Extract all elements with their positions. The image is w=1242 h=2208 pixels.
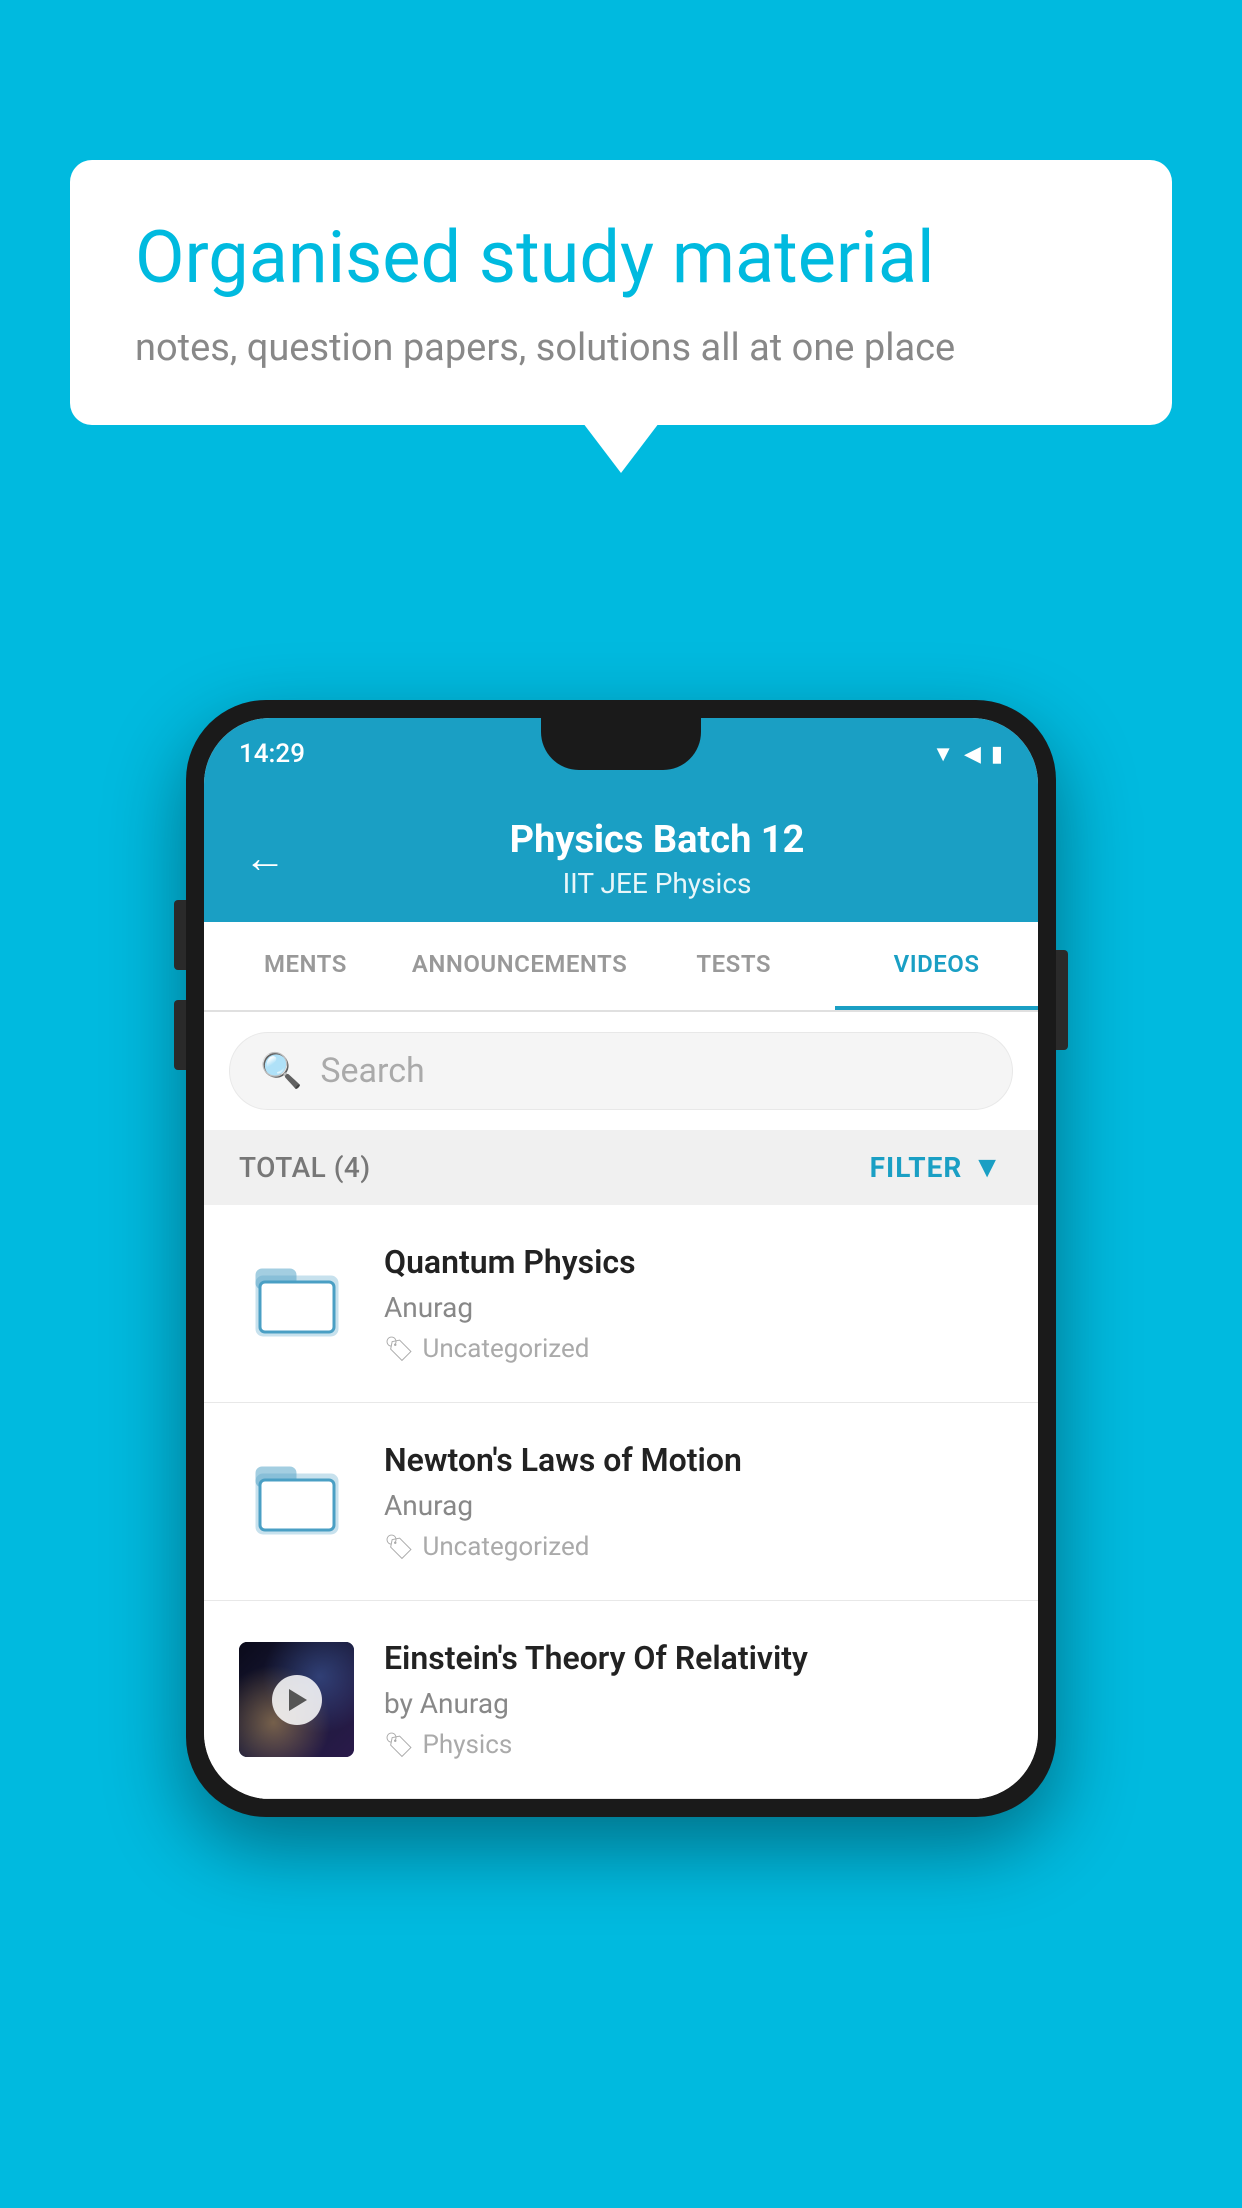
video-tag-3: 🏷 Physics — [384, 1730, 1003, 1760]
filter-icon: ▼ — [972, 1150, 1003, 1185]
video-tag-2: 🏷 Uncategorized — [384, 1532, 1003, 1562]
bubble-title: Organised study material — [135, 215, 1107, 301]
tab-announcements[interactable]: ANNOUNCEMENTS — [407, 922, 632, 1010]
app-header: ← Physics Batch 12 IIT JEE Physics — [204, 790, 1038, 922]
video-thumbnail-image — [239, 1642, 354, 1757]
video-list: Quantum Physics Anurag 🏷 Uncategorized — [204, 1205, 1038, 1799]
tab-tests[interactable]: TESTS — [632, 922, 835, 1010]
filter-label: FILTER — [870, 1151, 963, 1184]
filter-button[interactable]: FILTER ▼ — [870, 1150, 1003, 1185]
play-button[interactable] — [272, 1675, 322, 1725]
status-icons: ▼ ◀ ▮ — [932, 741, 1003, 767]
folder-icon — [252, 1252, 342, 1355]
status-bar: 14:29 ▼ ◀ ▮ — [204, 718, 1038, 790]
volume-down-button[interactable] — [174, 1000, 186, 1070]
battery-icon: ▮ — [991, 742, 1003, 767]
header-subtitle: IIT JEE Physics — [316, 867, 998, 900]
video-title-1: Quantum Physics — [384, 1243, 1003, 1281]
tag-icon: 🏷 — [384, 1731, 414, 1759]
video-title-2: Newton's Laws of Motion — [384, 1441, 1003, 1479]
status-time: 14:29 — [239, 739, 305, 769]
search-placeholder: Search — [320, 1051, 424, 1091]
phone-outer: 14:29 ▼ ◀ ▮ ← Physics Batch 12 IIT JEE P… — [186, 700, 1056, 1817]
tab-videos[interactable]: VIDEOS — [835, 922, 1038, 1010]
header-title-block: Physics Batch 12 IIT JEE Physics — [316, 818, 998, 900]
bubble-subtitle: notes, question papers, solutions all at… — [135, 326, 1107, 370]
tabs-bar: MENTS ANNOUNCEMENTS TESTS VIDEOS — [204, 922, 1038, 1012]
list-item[interactable]: Newton's Laws of Motion Anurag 🏷 Uncateg… — [204, 1403, 1038, 1601]
list-item[interactable]: Quantum Physics Anurag 🏷 Uncategorized — [204, 1205, 1038, 1403]
power-button[interactable] — [1056, 950, 1068, 1050]
phone-mockup: 14:29 ▼ ◀ ▮ ← Physics Batch 12 IIT JEE P… — [186, 700, 1056, 1817]
volume-up-button[interactable] — [174, 900, 186, 970]
video-tag-1: 🏷 Uncategorized — [384, 1334, 1003, 1364]
video-author-2: Anurag — [384, 1489, 1003, 1522]
filter-bar: TOTAL (4) FILTER ▼ — [204, 1130, 1038, 1205]
video-title-3: Einstein's Theory Of Relativity — [384, 1639, 1003, 1677]
tag-icon: 🏷 — [384, 1533, 414, 1561]
wifi-icon: ▼ — [932, 741, 954, 767]
video-info-3: Einstein's Theory Of Relativity by Anura… — [384, 1639, 1003, 1760]
video-info-2: Newton's Laws of Motion Anurag 🏷 Uncateg… — [384, 1441, 1003, 1562]
phone-screen: 14:29 ▼ ◀ ▮ ← Physics Batch 12 IIT JEE P… — [204, 718, 1038, 1799]
video-thumb-2 — [239, 1444, 354, 1559]
back-button[interactable]: ← — [244, 838, 286, 880]
search-bar-wrapper: 🔍 Search — [204, 1012, 1038, 1130]
speech-bubble-container: Organised study material notes, question… — [70, 160, 1172, 425]
search-bar[interactable]: 🔍 Search — [229, 1032, 1013, 1110]
speech-bubble: Organised study material notes, question… — [70, 160, 1172, 425]
search-icon: 🔍 — [260, 1051, 302, 1091]
tag-icon: 🏷 — [384, 1335, 414, 1363]
tab-ments[interactable]: MENTS — [204, 922, 407, 1010]
video-thumb-1 — [239, 1246, 354, 1361]
signal-icon: ◀ — [964, 742, 981, 767]
play-icon — [289, 1689, 307, 1711]
list-item[interactable]: Einstein's Theory Of Relativity by Anura… — [204, 1601, 1038, 1799]
total-count: TOTAL (4) — [239, 1151, 371, 1184]
video-info-1: Quantum Physics Anurag 🏷 Uncategorized — [384, 1243, 1003, 1364]
header-main-title: Physics Batch 12 — [316, 818, 998, 862]
video-author-3: by Anurag — [384, 1687, 1003, 1720]
folder-icon — [252, 1450, 342, 1553]
video-thumb-3 — [239, 1642, 354, 1757]
video-author-1: Anurag — [384, 1291, 1003, 1324]
